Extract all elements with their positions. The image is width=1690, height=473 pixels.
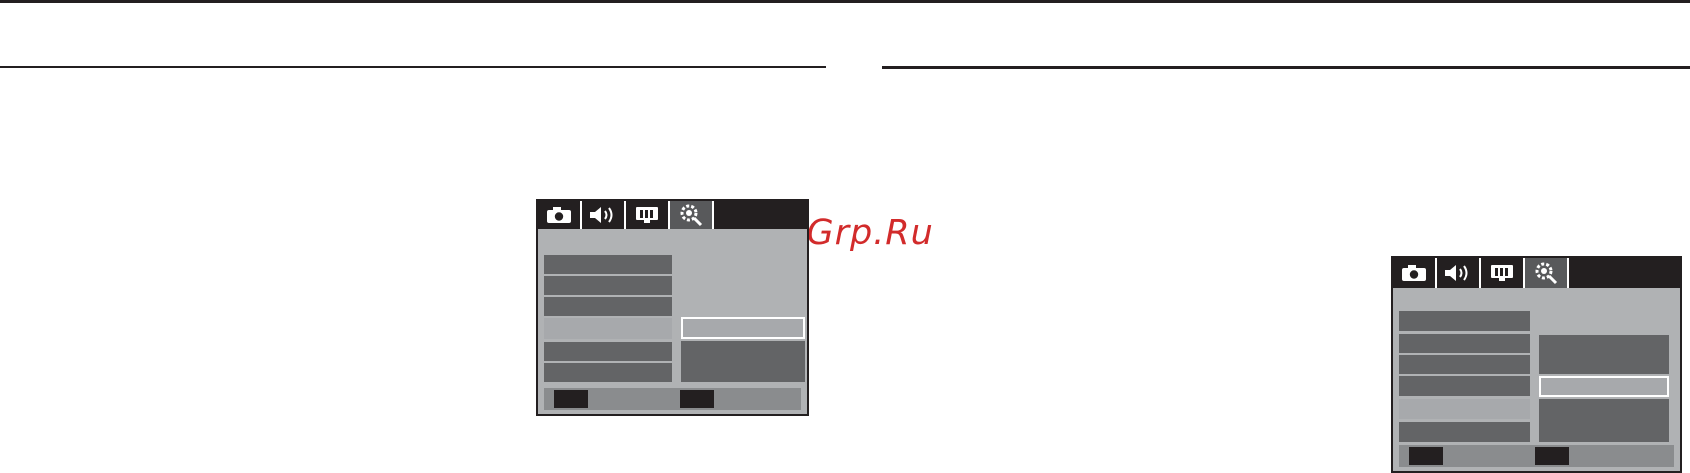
top-rule [0,0,1690,3]
button-key-left [1409,447,1443,465]
menu-row-2[interactable] [1399,334,1530,353]
camera-icon [1402,265,1426,281]
option-list-lower[interactable] [1539,399,1669,442]
button-guide-bar [1399,445,1674,467]
tab-camera[interactable] [1393,258,1437,288]
camera-icon [547,207,571,223]
tab-sound[interactable] [582,201,626,229]
menu-row-selected[interactable] [544,318,672,339]
menu-row-2[interactable] [544,276,672,295]
left-section-rule [0,66,826,68]
menu-row-3[interactable] [544,297,672,316]
speaker-icon [1445,265,1468,281]
menu-row-1[interactable] [1399,311,1530,331]
button-key-right [680,390,714,408]
gear-icon [1535,262,1558,285]
button-key-right [1535,447,1569,465]
menu-row-1[interactable] [544,255,672,274]
tab-camera[interactable] [538,201,582,229]
menu-row-4[interactable] [1399,376,1530,396]
option-list-upper[interactable] [1539,335,1669,374]
button-key-left [554,390,588,408]
tab-display[interactable] [1481,258,1525,288]
tab-settings[interactable] [670,201,714,229]
menu-row-3[interactable] [1399,355,1530,374]
display-icon [636,207,658,223]
menu-tab-bar [538,201,807,229]
camera-lcd-screen-left [536,199,809,416]
camera-lcd-screen-right [1391,256,1682,473]
tab-settings[interactable] [1525,258,1569,288]
tab-display[interactable] [626,201,670,229]
option-highlighted[interactable] [1539,376,1669,397]
option-highlighted[interactable] [681,317,805,339]
menu-row-6[interactable] [1399,422,1530,442]
menu-row-selected[interactable] [1399,399,1530,419]
menu-row-5[interactable] [544,342,672,361]
speaker-icon [590,207,613,223]
tab-sound[interactable] [1437,258,1481,288]
right-section-rule [882,66,1690,69]
option-list[interactable] [681,341,805,382]
gear-icon [680,204,703,227]
menu-tab-bar [1393,258,1680,288]
button-guide-bar [544,388,801,410]
menu-row-6[interactable] [544,363,672,382]
display-icon [1491,265,1513,281]
